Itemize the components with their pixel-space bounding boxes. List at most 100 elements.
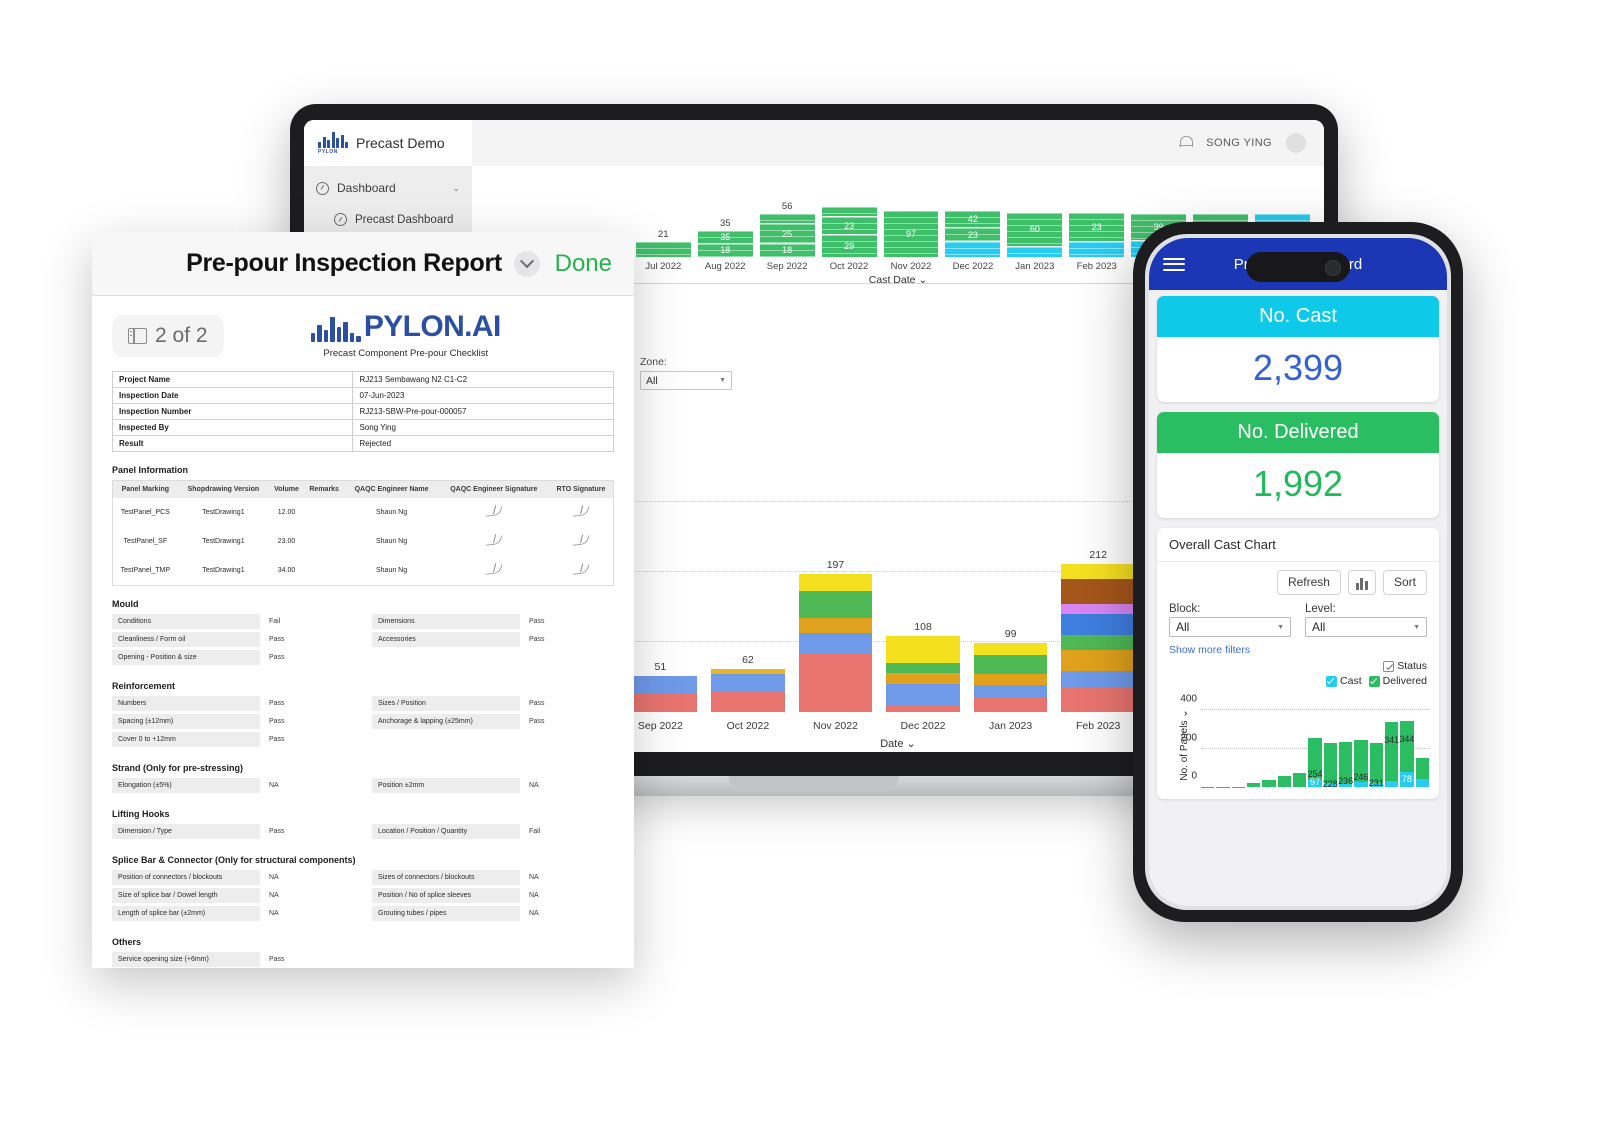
bar-segment	[886, 705, 960, 712]
checklist-value: Pass	[529, 718, 545, 725]
done-button[interactable]: Done	[555, 250, 612, 278]
chart-bar[interactable]: 21	[635, 229, 691, 258]
phone-cast-chart: No. of Panels ⌄ 0200400 2121355671254972…	[1165, 691, 1431, 799]
checklist-value: Pass	[269, 718, 285, 725]
table-row: Project Name RJ213 Sembawang N2 C1-C2	[111, 371, 614, 388]
sidebar-item-dashboard[interactable]: Dashboard ⌄	[304, 172, 472, 204]
bar-segment	[798, 653, 873, 712]
checklist-value: Pass	[269, 828, 285, 835]
x-tick-label: Sep 2022	[766, 261, 808, 272]
bar-segment	[711, 674, 785, 691]
legend-item[interactable]: Cast	[1326, 675, 1362, 687]
bar-segment	[1069, 242, 1125, 258]
refresh-button[interactable]: Refresh	[1276, 570, 1341, 595]
chart-bar[interactable]: 51	[623, 661, 698, 712]
bell-icon[interactable]	[1179, 135, 1194, 150]
checklist-value: Pass	[529, 636, 545, 643]
legend-item[interactable]: Delivered	[1368, 675, 1427, 687]
chart-bar[interactable]: 35	[1262, 780, 1276, 787]
checklist-value: Pass	[269, 700, 285, 707]
chart-bar[interactable]: 197	[798, 559, 873, 712]
legend-title: Status	[1397, 660, 1427, 672]
chart-bar[interactable]: 35 35 18	[697, 218, 753, 258]
chart-bar[interactable]: 42 23	[945, 211, 1001, 258]
bar-chart-icon[interactable]	[1347, 570, 1376, 595]
info-value: Rejected	[352, 435, 614, 452]
chart-bar[interactable]: 23	[1069, 212, 1125, 258]
chart-bar[interactable]: 108	[886, 621, 960, 712]
checklist-row: Sizes / Position Pass	[372, 696, 614, 711]
bar-segment	[798, 590, 873, 618]
qaqc-signature	[439, 556, 549, 586]
bar-total-label: 99	[1004, 627, 1017, 640]
checkbox-icon[interactable]	[1383, 660, 1395, 672]
chart-bar[interactable]: 62	[711, 654, 785, 712]
chart-bar[interactable]: 21	[1246, 782, 1261, 787]
checklist-column: Service opening size (+6mm) Pass	[112, 952, 354, 968]
bar-segment	[1061, 635, 1135, 651]
checklist-column: Dimension / Type Pass	[112, 824, 354, 842]
chevron-down-icon: ⌄	[452, 182, 460, 193]
bar-segment	[798, 574, 873, 591]
page-indicator[interactable]: 2 of 2	[112, 314, 224, 357]
chart-bar[interactable]: 152	[1415, 757, 1429, 787]
phone-device: Precast Dashboard No. Cast 2,399 No. Del…	[1133, 222, 1463, 922]
checklist-label: Spacing (±12mm)	[112, 714, 260, 729]
x-tick-label: Jan 2023	[1015, 261, 1055, 272]
level-select[interactable]: All ▼	[1305, 617, 1427, 637]
kpi-label: No. Cast	[1157, 296, 1439, 337]
sidebar-item-precast-dashboard[interactable]: Precast Dashboard	[304, 204, 472, 235]
column-header: RTO Signature	[548, 480, 614, 498]
chart-bar[interactable]: 231	[1369, 742, 1384, 788]
chevron-down-icon[interactable]	[513, 250, 540, 277]
checklist-row: Sizes of connectors / blockouts NA	[372, 870, 614, 885]
bar-segment-delivered	[1384, 721, 1399, 782]
checklist-label: Sizes of connectors / blockouts	[372, 870, 520, 885]
chart-bar[interactable]: 212	[1061, 549, 1135, 712]
chart-bar[interactable]: 99	[973, 628, 1048, 712]
section-title: Strand (Only for pre-stressing)	[112, 763, 244, 773]
x-tick-label: Dec 2022	[952, 261, 994, 272]
block-select[interactable]: All ▼	[1169, 617, 1291, 637]
y-axis-title[interactable]: No. of Panels ⌄	[1179, 709, 1190, 780]
report-top-row: 2 of 2 PYLON.AI Precast Component Pre-po…	[112, 312, 614, 359]
checklist-label: Length of splice bar (±2mm)	[112, 906, 260, 921]
sort-button[interactable]: Sort	[1382, 570, 1427, 595]
checklist-column: Numbers Pass Spacing (±12mm) Pass Cover 0 to…	[112, 696, 354, 750]
bar-segment	[635, 241, 691, 258]
checklist-label: Dimension / Type	[112, 824, 260, 839]
kpi-value: 2,399	[1252, 347, 1344, 388]
checklist-label: Cleanliness / Form oil	[112, 632, 260, 647]
checklist-value: NA	[269, 892, 279, 899]
show-more-filters-link[interactable]: Show more filters	[1157, 637, 1439, 656]
bar-segment: 29	[821, 235, 877, 258]
bar-segment	[886, 636, 960, 664]
segment-value-label: 78	[1401, 773, 1412, 784]
chart-bar[interactable]: 344 78	[1399, 721, 1414, 787]
segment-value-label: 60	[1029, 224, 1040, 235]
avatar[interactable]	[1286, 132, 1306, 153]
chart-bar[interactable]: 60	[1007, 212, 1063, 258]
chart-bar[interactable]: 23 29	[821, 206, 877, 258]
legend-title-row[interactable]: Status	[1383, 660, 1427, 672]
zone-value: All	[646, 374, 658, 387]
filter-label: Block:	[1169, 603, 1201, 615]
chevron-down-icon: ▼	[719, 377, 726, 384]
remarks	[304, 498, 345, 527]
app-brand[interactable]: PYLON Precast Demo	[304, 120, 472, 166]
info-value: RJ213 Sembawang N2 C1-C2	[352, 371, 614, 388]
bar-segment-delivered	[1400, 721, 1414, 773]
chart-bar[interactable]: 97	[883, 211, 939, 258]
chart-bar[interactable]: 56	[1277, 776, 1291, 787]
chart-bar[interactable]: 56 25 18	[759, 201, 815, 258]
bar-segment	[1061, 650, 1135, 672]
kpi-value: 1,992	[1252, 463, 1344, 504]
checklist-row: Conditions Fail	[112, 614, 354, 629]
zone-select[interactable]: All ▼	[640, 371, 732, 390]
brand-name: PYLON.AI	[363, 310, 501, 343]
pylon-logo-icon	[310, 316, 361, 342]
checklist-value: NA	[269, 910, 279, 917]
checklist-label: Accessories	[372, 632, 520, 647]
chart-bar[interactable]: 341	[1384, 721, 1399, 787]
signature-icon	[485, 535, 503, 546]
